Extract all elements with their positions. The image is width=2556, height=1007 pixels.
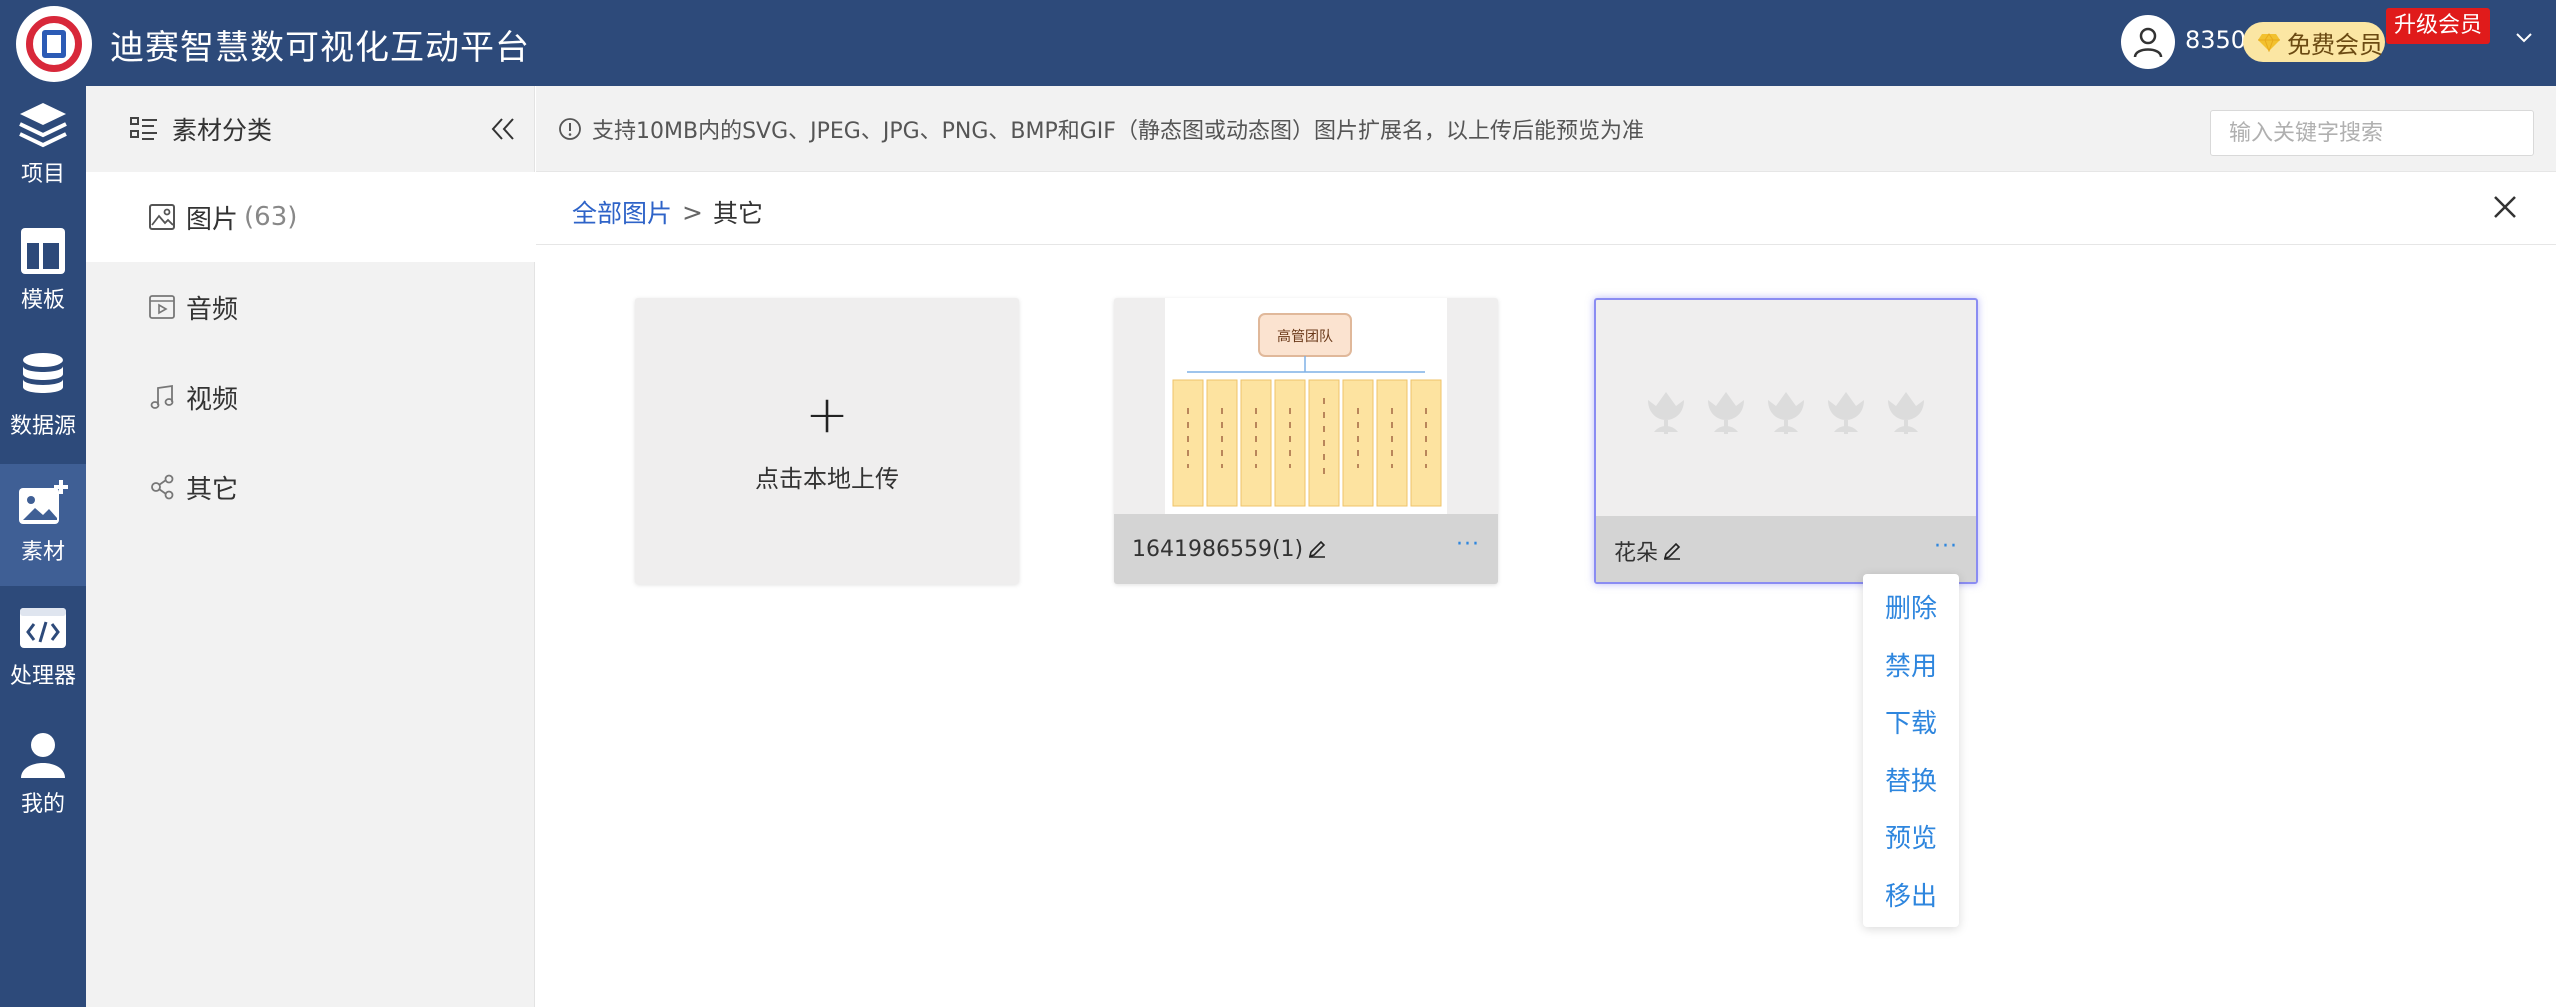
chevron-down-icon[interactable]: [2512, 26, 2536, 50]
asset-card-selected[interactable]: 花朵 ···: [1594, 298, 1978, 584]
main-nav-rail: 项目 模板 数据源 素材 处理器 我的: [0, 86, 86, 1007]
more-options-button[interactable]: ···: [1934, 534, 1958, 559]
asset-card-footer: 1641986559(1) ···: [1114, 514, 1498, 584]
picture-icon: [149, 204, 175, 230]
menu-item-remove[interactable]: 移出: [1863, 866, 1959, 924]
nav-item-datasource[interactable]: 数据源: [0, 338, 86, 460]
vip-label: 免费会员: [2287, 30, 2383, 59]
upload-label: 点击本地上传: [755, 464, 899, 493]
category-label: 音频: [186, 294, 239, 325]
asset-name[interactable]: 花朵: [1614, 535, 1682, 567]
category-label: 图片: [186, 204, 239, 235]
asset-name[interactable]: 1641986559(1): [1132, 537, 1327, 562]
logo-ring: [26, 16, 82, 72]
plus-icon: +: [805, 384, 849, 445]
points-count: 8350: [2185, 26, 2247, 54]
asset-name-text: 花朵: [1614, 541, 1659, 566]
diamond-icon: [2258, 33, 2280, 52]
category-title: 素材分类: [172, 116, 273, 145]
category-item-images[interactable]: 图片 (63): [86, 172, 535, 262]
asset-card[interactable]: 高管团队 1641986559(1) ···: [1114, 298, 1498, 584]
template-icon: [21, 228, 65, 274]
breadcrumb-separator: >: [682, 197, 703, 227]
music-note-icon: [150, 384, 174, 409]
menu-item-preview[interactable]: 预览: [1863, 808, 1959, 866]
app-title: 迪赛智慧数可视化互动平台: [110, 28, 530, 68]
category-item-audio[interactable]: 音频: [86, 262, 535, 352]
edit-pencil-icon[interactable]: [1662, 541, 1682, 561]
asset-context-menu: 删除 禁用 下载 替换 预览 移出: [1863, 574, 1959, 927]
nav-label: 处理器: [9, 664, 76, 689]
edit-pencil-icon[interactable]: [1307, 539, 1327, 559]
notice-text: 支持10MB内的SVG、JPEG、JPG、PNG、BMP和GIF（静态图或动态图…: [592, 118, 1644, 144]
nav-item-template[interactable]: 模板: [0, 212, 86, 334]
list-icon: [130, 117, 157, 140]
category-item-video[interactable]: 视频: [86, 352, 535, 442]
nav-label: 素材: [20, 540, 65, 565]
category-panel: 素材分类 图片 (63) 音频 视频 其它: [86, 86, 535, 1007]
more-options-button[interactable]: ···: [1456, 532, 1480, 557]
app-logo[interactable]: [16, 6, 92, 82]
share-icon: [151, 474, 174, 500]
nav-item-project[interactable]: 项目: [0, 86, 86, 208]
breadcrumb: 全部图片 > 其它: [572, 194, 763, 230]
breadcrumb-current: 其它: [712, 199, 763, 228]
user-avatar[interactable]: [2121, 15, 2175, 69]
upload-card[interactable]: + 点击本地上传: [635, 298, 1019, 584]
category-count: (63): [244, 202, 298, 232]
category-item-other[interactable]: 其它: [86, 442, 535, 532]
vip-badge[interactable]: 免费会员: [2243, 22, 2385, 62]
thumb-title: 高管团队: [1277, 328, 1333, 345]
image-add-icon: [19, 480, 68, 524]
flower-placeholder-icon: [1648, 392, 1924, 434]
upgrade-button[interactable]: 升级会员: [2386, 8, 2491, 44]
user-icon: [2133, 27, 2163, 58]
asset-name-text: 1641986559(1): [1132, 536, 1304, 562]
category-label: 其它: [186, 474, 239, 505]
audio-icon: [149, 295, 175, 319]
nav-label: 项目: [20, 162, 65, 187]
nav-label: 数据源: [9, 414, 76, 439]
nav-item-assets[interactable]: 素材: [0, 464, 86, 586]
nav-item-processor[interactable]: 处理器: [0, 590, 86, 712]
info-icon: [559, 117, 581, 140]
divider: [536, 244, 2556, 245]
menu-item-delete[interactable]: 删除: [1863, 578, 1959, 636]
top-header: 迪赛智慧数可视化互动平台 8350 免费会员 升级会员: [0, 0, 2556, 86]
menu-item-replace[interactable]: 替换: [1863, 751, 1959, 809]
code-icon: [20, 608, 66, 648]
layers-icon: [19, 103, 67, 148]
user-icon: [21, 733, 65, 778]
collapse-icon[interactable]: [490, 116, 516, 142]
asset-thumbnail[interactable]: 高管团队: [1114, 298, 1498, 514]
category-header: 素材分类: [86, 86, 535, 172]
nav-label: 模板: [20, 288, 65, 313]
nav-label: 我的: [20, 792, 65, 817]
close-icon[interactable]: [2490, 192, 2520, 222]
asset-thumbnail-placeholder[interactable]: [1596, 300, 1976, 516]
breadcrumb-root-link[interactable]: 全部图片: [572, 194, 672, 230]
menu-item-download[interactable]: 下载: [1863, 693, 1959, 751]
nav-item-mine[interactable]: 我的: [0, 716, 86, 838]
category-label: 视频: [186, 384, 239, 415]
logo-cube: [42, 30, 66, 58]
org-chart-thumbnail: 高管团队: [1165, 298, 1447, 514]
database-icon: [23, 353, 63, 393]
search-input[interactable]: [2210, 110, 2534, 156]
menu-item-disable[interactable]: 禁用: [1863, 636, 1959, 694]
